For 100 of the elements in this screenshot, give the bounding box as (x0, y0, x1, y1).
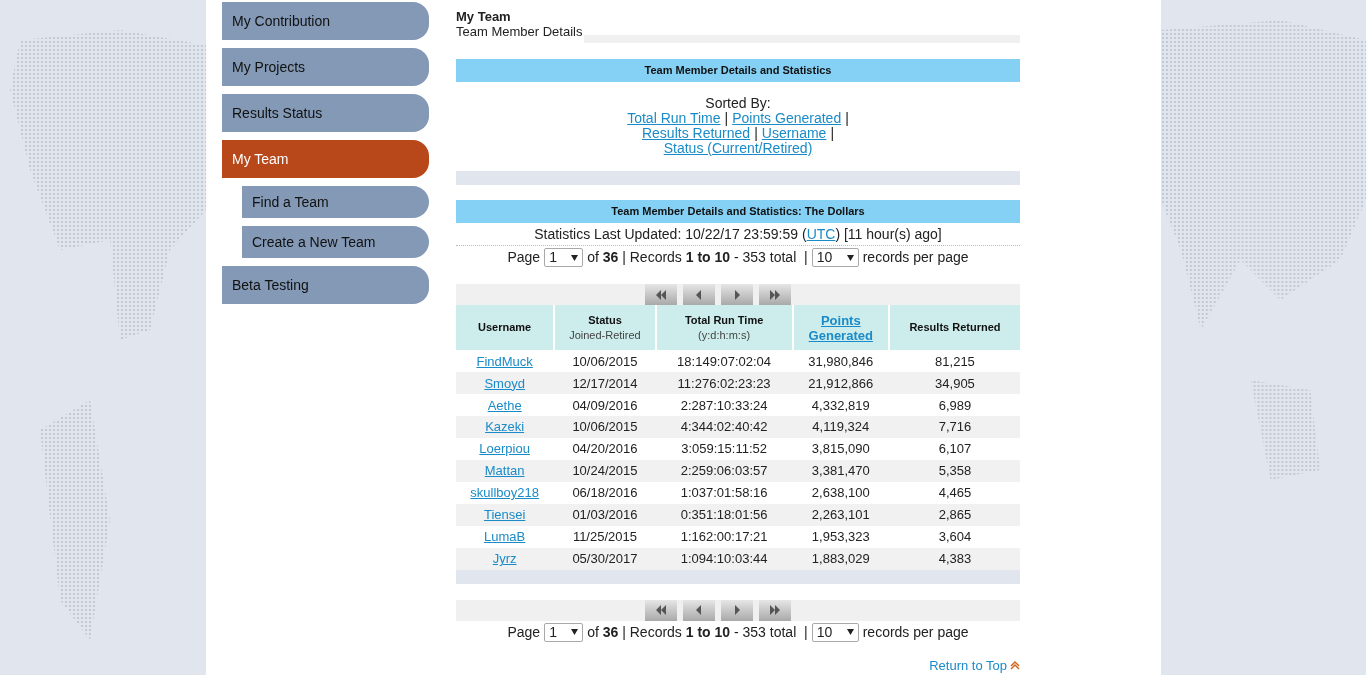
table-cell-text: 2,263,101 (811, 506, 870, 525)
table-cell-text: 5,358 (938, 462, 972, 481)
link-separator: | (724, 110, 729, 126)
sidebar-item[interactable]: Results Status (222, 94, 429, 132)
table-cell-text: 01/03/2016 (572, 506, 638, 525)
table-cell-text: 3,381,470 (811, 462, 870, 481)
member-name-link[interactable]: LumaB (484, 527, 526, 547)
utc-link[interactable]: UTC (806, 225, 836, 242)
page-subtitle: Team Member Details (456, 24, 584, 39)
table-cell-text: 3,815,090 (811, 440, 870, 459)
sidebar-item[interactable]: My Team (222, 140, 429, 178)
first-page-button[interactable] (645, 284, 677, 306)
table-cell-text: 4:344:02:40:42 (680, 418, 768, 437)
table-cell-text: 06/18/2016 (572, 484, 638, 503)
table-cell-text: 3,604 (938, 528, 972, 547)
table-cell-text: 05/30/2017 (572, 550, 638, 569)
table-cell-text: 1:037:01:58:16 (680, 484, 768, 503)
table-cell-text: 6,107 (938, 440, 972, 459)
member-name-link[interactable]: FindMuck (476, 351, 533, 372)
double-left-triangle-icon (655, 604, 667, 617)
next-page-button[interactable] (721, 599, 753, 621)
table-cell-text: 81,215 (935, 352, 975, 371)
page-title: My Team (456, 9, 512, 24)
member-name-link[interactable]: Aethe (487, 395, 522, 415)
sort-link[interactable]: Status (Current/Retired) (663, 140, 813, 156)
records-summary: of 36 | Records 1 to 10 - 353 total | (587, 622, 808, 642)
double-right-triangle-icon (769, 604, 781, 617)
sort-link[interactable]: Results Returned (641, 125, 751, 141)
table-cell-text: 1:162:00:17:21 (680, 528, 768, 547)
page-select[interactable]: 1 (544, 622, 584, 642)
table-cell-text: 18:149:07:02:04 (677, 352, 772, 371)
link-separator: | (754, 125, 758, 141)
table-cell-text: 2,865 (938, 506, 972, 525)
table-cell-text: 12/17/2014 (572, 374, 638, 393)
table-cell-text: 04/20/2016 (572, 440, 638, 459)
previous-page-button[interactable] (683, 599, 715, 621)
sidebar-subitem[interactable]: Create a New Team (242, 226, 429, 258)
last-page-button[interactable] (759, 284, 791, 306)
table-cell-text: 1,883,029 (811, 550, 870, 569)
dropdown-caret-icon (571, 254, 579, 261)
section-header: Team Member Details and Statistics: The Dollars (456, 200, 1020, 224)
table-cell-text: 11/25/2015 (572, 528, 637, 547)
table-cell-text: 34,905 (935, 374, 975, 393)
table-cell-text: 6,989 (938, 396, 972, 415)
sidebar-item[interactable]: My Projects (222, 48, 429, 86)
link-separator: | (845, 110, 849, 126)
table-cell-text: 04/09/2016 (572, 396, 638, 415)
sidebar-item[interactable]: Beta Testing (222, 266, 429, 304)
member-name-link[interactable]: Loerpiou (479, 439, 530, 459)
table-cell-text: 4,119,324 (812, 418, 870, 437)
per-page-label: records per page (862, 248, 969, 268)
sort-link[interactable]: Username (761, 125, 827, 141)
last-page-button[interactable] (759, 599, 791, 621)
sort-header-link[interactable]: Points Generated (793, 312, 888, 343)
double-right-triangle-icon (769, 288, 781, 301)
sort-link[interactable]: Total Run Time (627, 110, 721, 126)
header-subtitle: Joined-Retired (569, 327, 641, 343)
return-to-top-link[interactable]: Return to Top (929, 655, 1007, 675)
table-cell-text: 2,638,100 (811, 484, 870, 503)
table-cell-text: 7,716 (938, 418, 972, 437)
table-cell-text: 21,912,866 (808, 374, 874, 393)
per-page-label: records per page (862, 622, 969, 642)
member-name-link[interactable]: Jyrz (492, 549, 517, 569)
page-select[interactable]: 1 (544, 248, 584, 268)
column-header[interactable]: Points Generated (793, 305, 888, 351)
double-chevron-up-icon (1010, 660, 1020, 670)
table-cell-text: 0:351:18:01:56 (680, 506, 768, 525)
table-cell-text: 2:259:06:03:57 (680, 462, 768, 481)
section-header: Team Member Details and Statistics (456, 59, 1020, 82)
table-cell-text: 3:059:15:11:52 (681, 440, 767, 459)
sorted-by-label: Sorted By: (705, 95, 771, 111)
previous-page-button[interactable] (683, 284, 715, 306)
per-page-select[interactable]: 10 (811, 248, 859, 268)
page-label: Page (507, 622, 541, 642)
member-name-link[interactable]: Smoyd (484, 373, 525, 394)
link-separator: | (830, 125, 834, 141)
first-page-button[interactable] (645, 599, 677, 621)
sidebar-subitem[interactable]: Find a Team (242, 186, 429, 218)
next-page-button[interactable] (721, 284, 753, 306)
header-title: Status (588, 312, 622, 328)
member-name-link[interactable]: skullboy218 (470, 483, 539, 503)
table-cell-text: 1:094:10:03:44 (680, 550, 768, 569)
table-cell-text: 10/06/2015 (572, 352, 638, 371)
dropdown-caret-icon (846, 254, 854, 261)
table-cell-text: 10/24/2015 (572, 462, 638, 481)
records-summary: of 36 | Records 1 to 10 - 353 total | (587, 248, 808, 268)
header-subtitle: (y:d:h:m:s) (698, 327, 751, 343)
table-cell-text: 2:287:10:33:24 (680, 396, 768, 415)
table-cell-text: 4,465 (938, 484, 972, 503)
member-name-link[interactable]: Mattan (484, 461, 525, 481)
page-label: Page (507, 248, 541, 268)
member-name-link[interactable]: Kazeki (485, 417, 525, 437)
header-title: Results Returned (909, 320, 1001, 336)
double-left-triangle-icon (655, 288, 667, 301)
member-name-link[interactable]: Tiensei (483, 505, 526, 525)
table-cell-text: 1,953,323 (811, 528, 870, 547)
per-page-select[interactable]: 10 (811, 622, 859, 642)
table-cell-text: 31,980,846 (808, 352, 874, 371)
sort-link[interactable]: Points Generated (732, 110, 842, 126)
sidebar-item[interactable]: My Contribution (222, 2, 429, 40)
